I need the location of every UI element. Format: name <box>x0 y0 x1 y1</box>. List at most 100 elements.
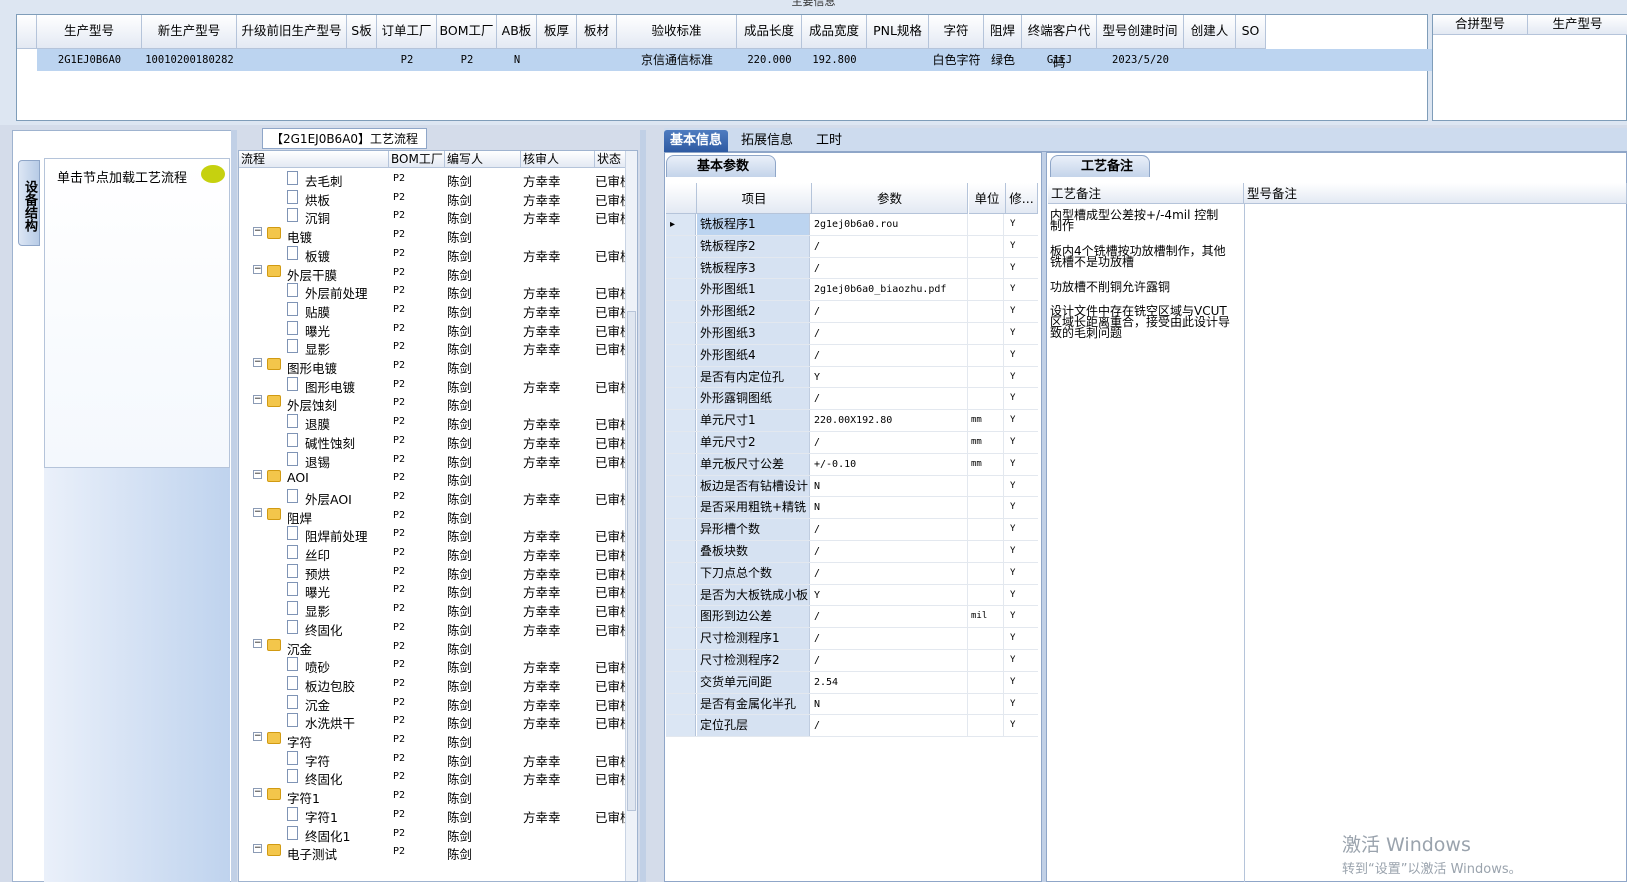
tree-node[interactable]: 阻焊前处理 P2 陈剑 方幸幸 已审核 <box>239 524 633 544</box>
param-value[interactable]: / <box>812 323 968 344</box>
row-selector[interactable] <box>666 388 696 410</box>
param-value[interactable]: Y <box>812 584 968 606</box>
row-selector[interactable] <box>666 693 696 715</box>
tree-node[interactable]: 外层AOI P2 陈剑 方幸幸 已审核 <box>239 487 633 507</box>
column-header[interactable]: 板厚 <box>537 15 577 49</box>
tree-node[interactable]: 水洗烘干 P2 陈剑 方幸幸 已审核 <box>239 711 633 731</box>
column-header[interactable]: 升级前旧生产型号 <box>237 15 347 49</box>
param-value[interactable]: / <box>812 628 968 649</box>
tree-node[interactable]: − AOI P2 陈剑 <box>239 468 627 488</box>
row-selector[interactable] <box>666 562 696 584</box>
tree-node[interactable]: 板边包胶 P2 陈剑 方幸幸 已审核 <box>239 674 633 694</box>
middle-splitter[interactable] <box>640 130 646 882</box>
param-value[interactable]: N <box>812 497 968 519</box>
row-selector[interactable] <box>666 323 696 344</box>
param-row[interactable]: 单元尺寸2/mm Y <box>666 432 1038 454</box>
column-header[interactable]: AB板 <box>497 15 537 49</box>
param-row[interactable]: 外形图纸2/ Y <box>666 301 1038 323</box>
row-selector[interactable]: ▸ <box>666 214 696 235</box>
row-selector[interactable] <box>666 366 696 388</box>
param-row[interactable]: 外形图纸3/ Y <box>666 323 1038 345</box>
param-row[interactable]: 外形图纸4/ Y <box>666 344 1038 367</box>
param-column-header[interactable]: 单位 <box>969 183 1006 214</box>
table-cell[interactable] <box>1236 49 1266 71</box>
tree-node[interactable]: 显影 P2 陈剑 方幸幸 已审核 <box>239 337 633 357</box>
tree-node[interactable]: 曝光 P2 陈剑 方幸幸 已审核 <box>239 319 633 339</box>
table-cell[interactable]: P2 <box>377 49 437 71</box>
tree-node[interactable]: 终固化1 P2 陈剑 <box>239 824 627 844</box>
table-cell[interactable]: 192.800 <box>802 49 867 71</box>
param-row[interactable]: 是否为大板铣成小板 Y Y <box>666 584 1038 607</box>
param-value[interactable]: +/-0.10 <box>812 453 968 475</box>
column-header[interactable]: 创建人 <box>1184 15 1236 49</box>
tab-extended-info[interactable]: 拓展信息 <box>734 130 800 152</box>
param-column-header[interactable]: 参数 <box>812 183 968 214</box>
column-header[interactable]: SO <box>1236 15 1266 49</box>
row-selector[interactable] <box>666 519 696 540</box>
tab-basic-info[interactable]: 基本信息 <box>664 130 728 152</box>
tree-node[interactable]: 沉金 P2 陈剑 方幸幸 已审核 <box>239 693 633 713</box>
collapse-icon[interactable]: − <box>253 788 262 798</box>
collapse-icon[interactable]: − <box>253 732 262 741</box>
param-value[interactable]: 2g1ej0b6a0_biaozhu.pdf <box>812 279 968 301</box>
row-selector[interactable] <box>666 410 696 431</box>
column-header[interactable]: PNL规格 <box>867 15 929 49</box>
column-header[interactable]: 板材 <box>577 15 617 49</box>
tree-node[interactable]: 丝印 P2 陈剑 方幸幸 已审核 <box>239 543 633 563</box>
row-selector[interactable] <box>666 606 696 628</box>
table-cell[interactable]: 2G1EJ0B6A0 <box>37 49 142 71</box>
tree-scroll-thumb[interactable] <box>627 311 636 811</box>
column-header[interactable]: 新生产型号 <box>142 15 237 49</box>
collapse-icon[interactable]: − <box>253 227 262 237</box>
param-value[interactable]: / <box>812 519 968 540</box>
column-header[interactable]: 成品宽度 <box>802 15 867 49</box>
merge-column-header[interactable]: 生产型号 <box>1528 15 1627 35</box>
tree-node[interactable]: − 阻焊 P2 陈剑 <box>239 506 627 526</box>
param-value[interactable]: N <box>812 693 968 715</box>
table-cell[interactable]: 白色字符 <box>929 49 984 71</box>
param-column-header[interactable]: 修... <box>1006 183 1038 214</box>
device-structure-tab[interactable]: 设备结构 <box>18 160 40 246</box>
tree-node[interactable]: 喷砂 P2 陈剑 方幸幸 已审核 <box>239 655 633 675</box>
param-value[interactable]: / <box>812 344 968 366</box>
table-cell[interactable]: 京信通信标准 <box>617 49 737 71</box>
param-value[interactable]: / <box>812 606 968 628</box>
row-selector[interactable] <box>666 279 696 301</box>
row-selector[interactable] <box>666 475 696 497</box>
tree-node[interactable]: 烘板 P2 陈剑 方幸幸 已审核 <box>239 188 633 208</box>
column-header[interactable]: 生产型号 <box>37 15 142 49</box>
row-selector[interactable] <box>666 301 696 322</box>
param-value[interactable]: / <box>812 650 968 671</box>
tree-node[interactable]: 曝光 P2 陈剑 方幸幸 已审核 <box>239 580 633 600</box>
tree-node[interactable]: 退膜 P2 陈剑 方幸幸 已审核 <box>239 412 633 432</box>
param-row[interactable]: 铣板程序3/ Y <box>666 257 1038 280</box>
tree-node[interactable]: 沉铜 P2 陈剑 方幸幸 已审核 <box>239 206 633 226</box>
collapse-icon[interactable]: − <box>253 395 262 405</box>
column-header[interactable]: 验收标准 <box>617 15 737 49</box>
param-row[interactable]: 是否有内定位孔 Y Y <box>666 366 1038 389</box>
table-cell[interactable] <box>867 49 929 71</box>
param-row[interactable]: 板边是否有钻槽设计 N Y <box>666 475 1038 498</box>
table-cell[interactable] <box>237 49 347 71</box>
tree-node[interactable]: 图形电镀 P2 陈剑 方幸幸 已审核 <box>239 375 633 395</box>
row-selector[interactable] <box>666 650 696 671</box>
tree-node[interactable]: 贴膜 P2 陈剑 方幸幸 已审核 <box>239 300 633 320</box>
table-cell[interactable]: 绿色 <box>984 49 1022 71</box>
merge-model-grid[interactable]: 合拼型号 生产型号 <box>1432 14 1627 121</box>
param-value[interactable]: / <box>812 388 968 410</box>
tree-column-header[interactable]: 编写人 <box>445 151 521 168</box>
tree-node[interactable]: 碱性蚀刻 P2 陈剑 方幸幸 已审核 <box>239 431 633 451</box>
table-cell[interactable]: P2 <box>437 49 497 71</box>
collapse-icon[interactable]: − <box>253 264 262 274</box>
collapse-icon[interactable]: − <box>253 358 262 367</box>
tree-node[interactable]: 外层前处理 P2 陈剑 方幸幸 已审核 <box>239 281 633 301</box>
param-row[interactable]: 是否有金属化半孔 N Y <box>666 693 1038 716</box>
param-row[interactable]: 单元尺寸1 220.00X192.80 mm Y <box>666 410 1038 432</box>
column-header[interactable]: S板 <box>347 15 377 49</box>
column-header[interactable]: 成品长度 <box>737 15 802 49</box>
param-value[interactable]: / <box>812 715 968 737</box>
table-cell[interactable]: N <box>497 49 537 71</box>
left-splitter[interactable] <box>231 130 237 882</box>
tree-node[interactable]: 字符 P2 陈剑 方幸幸 已审核 <box>239 749 633 769</box>
param-row[interactable]: 异形槽个数 / Y <box>666 519 1038 541</box>
